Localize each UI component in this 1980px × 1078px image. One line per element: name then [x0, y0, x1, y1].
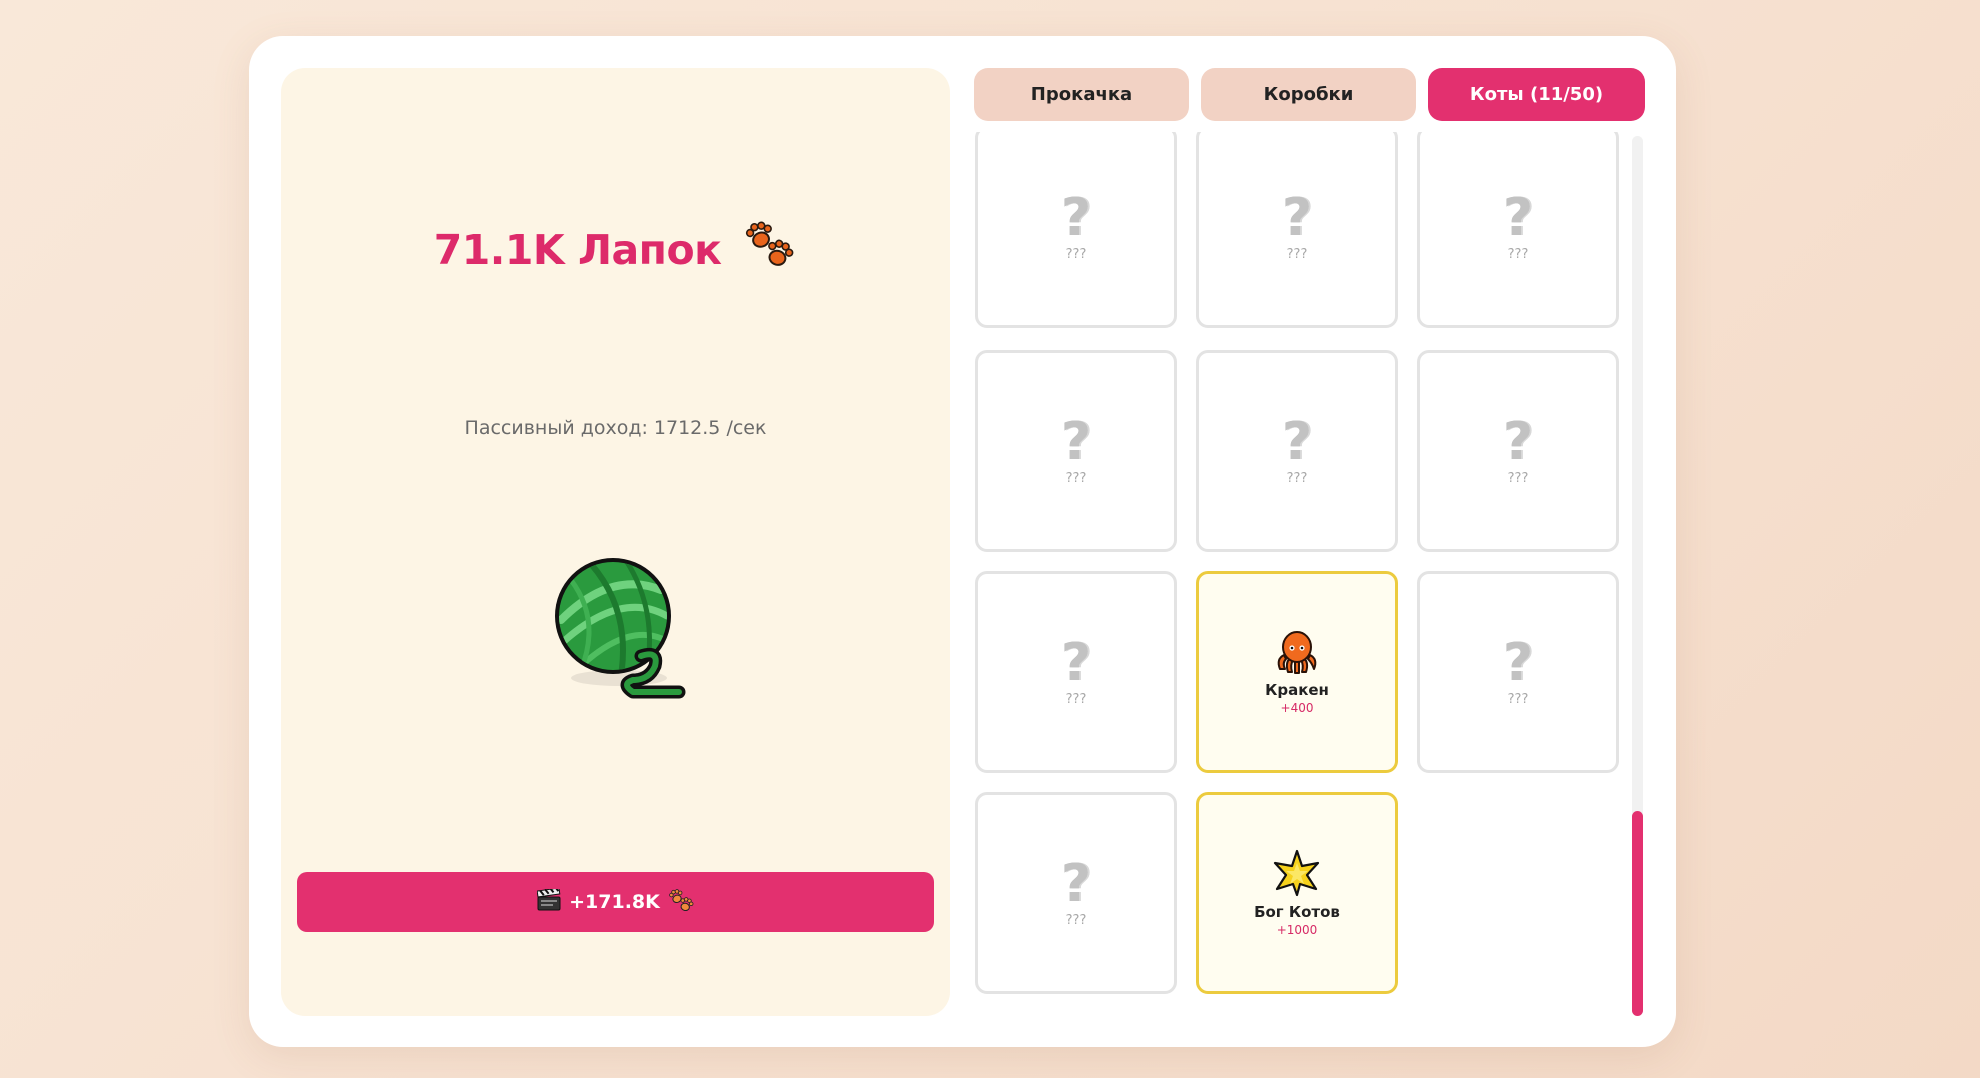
- cat-card-name: ???: [1286, 246, 1308, 262]
- cat-card-locked[interactable]: ? ???: [975, 132, 1177, 328]
- collection-scrollbar[interactable]: [1632, 136, 1643, 1016]
- cat-card-locked[interactable]: ? ???: [1417, 571, 1619, 773]
- cat-card-kraken[interactable]: Кракен +400: [1196, 571, 1398, 773]
- paw-score: 71.1K Лапок: [281, 218, 950, 274]
- question-mark-icon: ?: [1502, 632, 1534, 693]
- paw-prints-icon: [745, 218, 797, 268]
- cat-card-name: Кракен: [1265, 681, 1329, 699]
- passive-income-label: Пассивный доход: 1712.5 /сек: [464, 417, 767, 439]
- cat-card-locked[interactable]: ? ???: [975, 350, 1177, 552]
- cat-card-name: ???: [1507, 470, 1529, 486]
- cat-card-name: ???: [1065, 246, 1087, 262]
- watch-ad-button[interactable]: +171.8K: [297, 872, 934, 932]
- octopus-icon: [1272, 629, 1322, 679]
- cat-card-name: ???: [1065, 470, 1087, 486]
- paw-score-text: 71.1K Лапок: [433, 226, 722, 274]
- cat-card-name: ???: [1507, 246, 1529, 262]
- cat-card-name: ???: [1065, 912, 1087, 928]
- cat-card-locked[interactable]: ? ???: [1417, 132, 1619, 328]
- cat-card-name: ???: [1507, 691, 1529, 707]
- question-mark-icon: ?: [1502, 187, 1534, 248]
- cat-card-locked[interactable]: ? ???: [1196, 350, 1398, 552]
- cat-card-name: ???: [1065, 691, 1087, 707]
- ad-reward-label: +171.8K: [569, 891, 660, 913]
- question-mark-icon: ?: [1060, 632, 1092, 693]
- clapper-board-icon: [536, 885, 561, 916]
- cat-card-cat-god[interactable]: Бог Котов +1000: [1196, 792, 1398, 994]
- question-mark-icon: ?: [1281, 187, 1313, 248]
- cat-card-bonus: +400: [1280, 701, 1314, 715]
- question-mark-icon: ?: [1060, 411, 1092, 472]
- cat-card-locked[interactable]: ? ???: [975, 792, 1177, 994]
- question-mark-icon: ?: [1060, 187, 1092, 248]
- yarn-ball-icon[interactable]: [541, 550, 691, 700]
- question-mark-icon: ?: [1060, 853, 1092, 914]
- cat-collection-grid: ? ??? ? ??? ? ??? ? ??? ? ??? ? ??? ? ??…: [974, 132, 1624, 1016]
- question-mark-icon: ?: [1281, 411, 1313, 472]
- question-mark-icon: ?: [1502, 411, 1534, 472]
- cat-card-locked[interactable]: ? ???: [975, 571, 1177, 773]
- cat-card-bonus: +1000: [1276, 923, 1318, 937]
- star-icon: [1271, 849, 1323, 901]
- paw-prints-icon: [668, 888, 694, 917]
- cat-card-name: ???: [1286, 470, 1308, 486]
- cat-card-locked[interactable]: ? ???: [1196, 132, 1398, 328]
- tab-upgrades[interactable]: Прокачка: [974, 68, 1189, 121]
- tab-bar: Прокачка Коробки Коты (11/50): [974, 68, 1645, 121]
- cat-card-name: Бог Котов: [1254, 903, 1340, 921]
- scrollbar-thumb[interactable]: [1632, 811, 1643, 1016]
- cat-card-locked[interactable]: ? ???: [1417, 350, 1619, 552]
- tab-cats[interactable]: Коты (11/50): [1428, 68, 1645, 121]
- tab-boxes[interactable]: Коробки: [1201, 68, 1416, 121]
